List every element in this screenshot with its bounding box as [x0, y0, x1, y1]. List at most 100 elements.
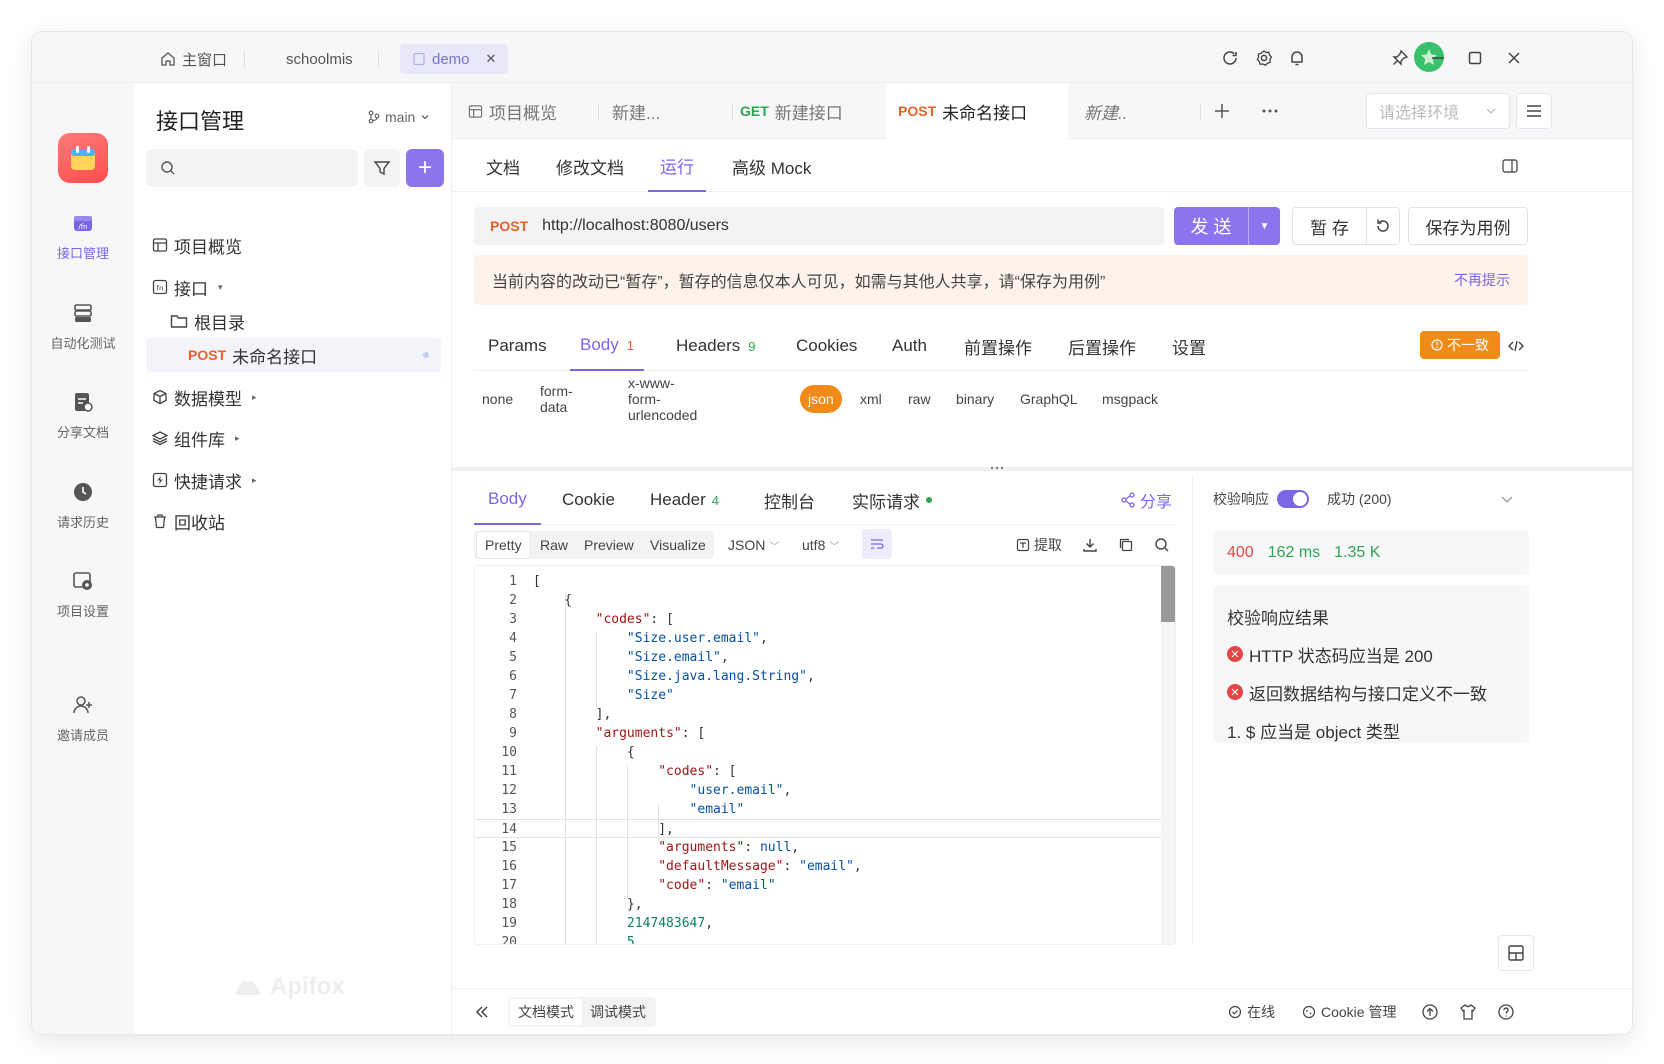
- window-tab-main[interactable]: 主窗口: [148, 44, 239, 74]
- editor-scrollbar[interactable]: [1161, 566, 1175, 944]
- format-select[interactable]: JSON ﹀: [720, 531, 787, 559]
- body-type-json[interactable]: json: [800, 385, 842, 413]
- help-icon[interactable]: [1494, 1000, 1518, 1024]
- tree-item-data-models[interactable]: 数据模型 ▸: [146, 380, 441, 414]
- online-status[interactable]: 在线: [1228, 989, 1275, 1034]
- resp-tab-header[interactable]: Header 4: [650, 475, 719, 525]
- share-button[interactable]: 分享: [1120, 475, 1172, 525]
- tab-body[interactable]: Body 1: [570, 321, 644, 371]
- url-input[interactable]: http://localhost:8080/users: [542, 217, 729, 235]
- body-type-msgpack[interactable]: msgpack: [1102, 379, 1158, 419]
- view-raw[interactable]: Raw: [532, 531, 576, 559]
- caret-right-icon[interactable]: ▸: [252, 475, 257, 486]
- download-icon[interactable]: [1078, 533, 1102, 557]
- minimize-icon[interactable]: [1426, 46, 1450, 70]
- more-icon[interactable]: [1258, 99, 1282, 123]
- layout-button[interactable]: [1498, 935, 1534, 971]
- split-divider[interactable]: [452, 466, 1632, 471]
- gear-icon[interactable]: [1252, 46, 1276, 70]
- schema-mismatch-badge[interactable]: 不一致: [1420, 331, 1500, 359]
- tree-item-api[interactable]: fn 接口 ▾: [146, 270, 441, 304]
- rail-item-project-settings[interactable]: 项目设置: [32, 569, 134, 620]
- code-icon[interactable]: [1504, 334, 1528, 358]
- environment-select[interactable]: 请选择环境: [1366, 93, 1510, 129]
- reset-button[interactable]: [1366, 207, 1400, 245]
- add-tab-icon[interactable]: [1210, 99, 1234, 123]
- resp-tab-cookie[interactable]: Cookie: [562, 475, 615, 525]
- tab-doc[interactable]: 文档: [486, 140, 520, 192]
- dismiss-notice-link[interactable]: 不再提示: [1454, 270, 1510, 290]
- body-type-graphql[interactable]: GraphQL: [1020, 379, 1078, 419]
- view-visualize[interactable]: Visualize: [642, 531, 714, 559]
- body-type-none[interactable]: none: [482, 379, 513, 419]
- file-tab-new-2[interactable]: 新建..: [1084, 83, 1127, 139]
- caret-down-icon[interactable]: ▾: [218, 282, 223, 293]
- save-temp-button[interactable]: 暂 存: [1292, 207, 1366, 245]
- pin-icon[interactable]: [1388, 46, 1412, 70]
- refresh-icon[interactable]: [1218, 46, 1242, 70]
- tab-advanced-mock[interactable]: 高级 Mock: [732, 140, 811, 192]
- validate-toggle[interactable]: [1277, 490, 1309, 508]
- copy-icon[interactable]: [1114, 533, 1138, 557]
- tab-auth[interactable]: Auth: [892, 321, 927, 371]
- rail-item-automation[interactable]: 自动化测试: [32, 301, 134, 352]
- rail-item-invite[interactable]: 邀请成员: [32, 693, 134, 744]
- tree-item-unnamed-api[interactable]: POST 未命名接口: [146, 338, 441, 372]
- close-icon[interactable]: [1502, 46, 1526, 70]
- upload-icon[interactable]: [1418, 1000, 1442, 1024]
- add-button[interactable]: +: [406, 149, 444, 187]
- extract-button[interactable]: 提取: [1008, 531, 1070, 559]
- tab-post-ops[interactable]: 后置操作: [1068, 321, 1136, 371]
- tab-headers[interactable]: Headers 9: [676, 321, 756, 371]
- resp-tab-actual-request[interactable]: 实际请求: [852, 475, 932, 525]
- mode-doc[interactable]: 文档模式: [510, 999, 582, 1025]
- body-type-urlencoded[interactable]: x-www-form-urlencoded: [628, 375, 697, 423]
- body-type-raw[interactable]: raw: [908, 379, 931, 419]
- tab-run[interactable]: 运行: [648, 140, 706, 192]
- cookie-manager[interactable]: Cookie 管理: [1302, 989, 1396, 1034]
- tree-item-trash[interactable]: 回收站: [146, 504, 441, 538]
- maximize-icon[interactable]: [1463, 46, 1487, 70]
- window-tab-schoolmis[interactable]: schoolmis: [274, 44, 365, 74]
- caret-right-icon[interactable]: ▸: [235, 433, 240, 444]
- request-method[interactable]: POST: [490, 218, 528, 234]
- send-dropdown[interactable]: ▼: [1248, 207, 1280, 245]
- search-icon[interactable]: [1150, 533, 1174, 557]
- filter-button[interactable]: [364, 149, 400, 187]
- save-as-case-button[interactable]: 保存为用例: [1408, 207, 1528, 245]
- tab-settings[interactable]: 设置: [1172, 321, 1206, 371]
- tree-item-overview[interactable]: 项目概览: [146, 228, 441, 262]
- tab-pre-ops[interactable]: 前置操作: [964, 321, 1032, 371]
- tab-params[interactable]: Params: [488, 321, 547, 371]
- mode-debug[interactable]: 调试模式: [582, 999, 654, 1025]
- file-tab-unnamed-api[interactable]: POST 未命名接口: [886, 83, 1068, 139]
- view-pretty[interactable]: Pretty: [476, 531, 531, 559]
- view-preview[interactable]: Preview: [576, 531, 642, 559]
- url-bar[interactable]: POST http://localhost:8080/users: [474, 207, 1164, 245]
- tree-item-quick-requests[interactable]: 快捷请求 ▸: [146, 463, 441, 497]
- branch-selector[interactable]: main: [368, 109, 430, 125]
- send-button[interactable]: 发 送 ▼: [1174, 207, 1280, 245]
- tree-item-components[interactable]: 组件库 ▸: [146, 421, 441, 455]
- panel-toggle-icon[interactable]: [1498, 154, 1522, 178]
- body-type-binary[interactable]: binary: [956, 379, 994, 419]
- bell-icon[interactable]: [1285, 46, 1309, 70]
- tab-edit-doc[interactable]: 修改文档: [556, 140, 624, 192]
- file-tab-new-api[interactable]: GET 新建接口: [740, 83, 843, 139]
- body-type-form-data[interactable]: form-data: [540, 379, 573, 419]
- sidebar-search[interactable]: [146, 149, 358, 187]
- response-code-editor[interactable]: 1[2 {3 "codes": [4 "Size.user.email", 5 "…: [474, 565, 1176, 945]
- status-select[interactable]: 成功 (200): [1327, 489, 1392, 509]
- scrollbar-thumb[interactable]: [1161, 566, 1175, 622]
- shirt-icon[interactable]: [1456, 1000, 1480, 1024]
- collapse-left-icon[interactable]: [470, 1000, 494, 1024]
- rail-item-history[interactable]: 请求历史: [32, 480, 134, 531]
- file-tab-overview[interactable]: 项目概览: [468, 83, 557, 139]
- menu-button[interactable]: [1516, 93, 1552, 129]
- resp-tab-console[interactable]: 控制台: [764, 475, 815, 525]
- encoding-select[interactable]: utf8 ﹀: [794, 531, 847, 559]
- resp-tab-body[interactable]: Body: [474, 475, 541, 525]
- chevron-down-icon[interactable]: [1495, 487, 1519, 511]
- tree-item-root[interactable]: 根目录: [146, 304, 441, 338]
- window-tab-demo[interactable]: demo ✕: [400, 44, 509, 74]
